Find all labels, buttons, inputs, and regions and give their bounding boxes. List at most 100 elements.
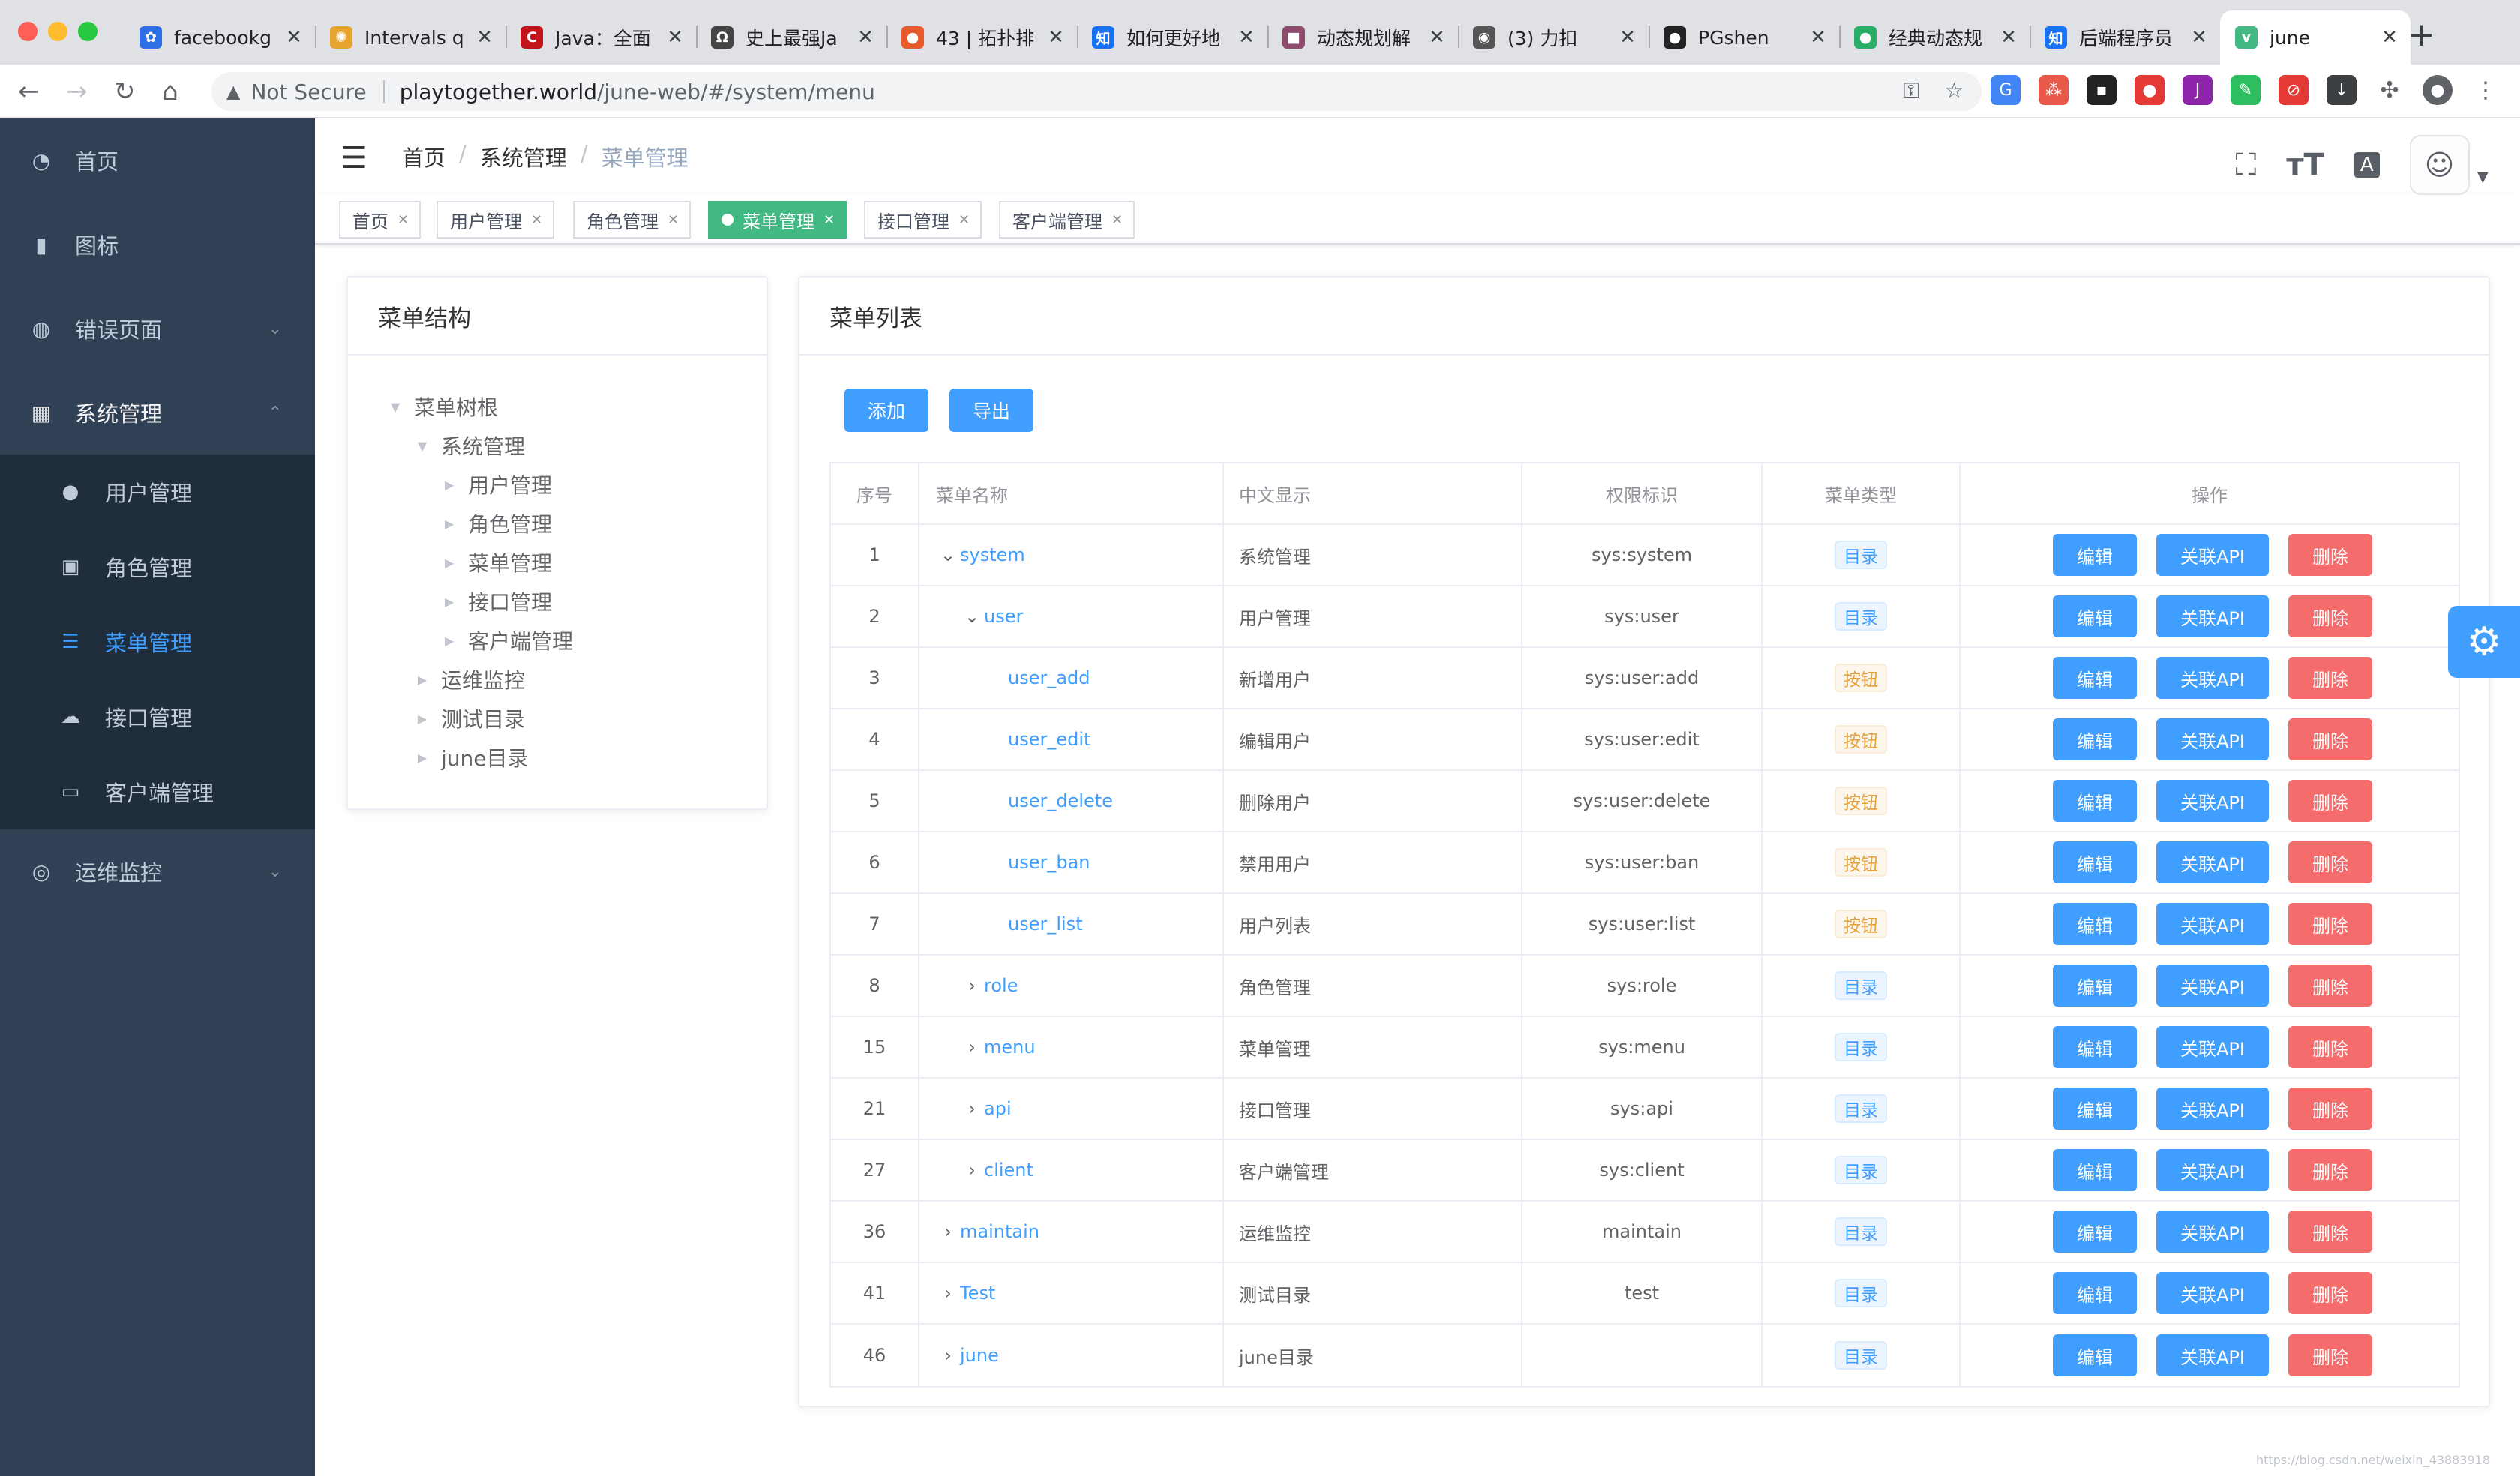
browser-tab[interactable]: 知如何更好地 ✕ (1077, 10, 1268, 64)
tag-clients[interactable]: 客户端管理 ✕ (999, 201, 1136, 238)
sidebar-item-menus[interactable]: ☰ 菜单管理 (0, 604, 315, 680)
key-icon[interactable]: ⚿ (1904, 78, 1919, 104)
link-api-button[interactable]: 关联API (2156, 1026, 2269, 1068)
link-api-button[interactable]: 关联API (2156, 842, 2269, 884)
edit-button[interactable]: 编辑 (2053, 780, 2137, 822)
adblock-extension-icon[interactable]: ● (2134, 75, 2164, 105)
link-api-button[interactable]: 关联API (2156, 718, 2269, 760)
link-api-button[interactable]: 关联API (2156, 964, 2269, 1006)
caret-down-icon[interactable]: ▼ (2477, 167, 2488, 185)
tree-node[interactable]: ▶ 角色管理 (348, 504, 766, 543)
sidebar-item-apis[interactable]: ☁ 接口管理 (0, 680, 315, 754)
caret-right-icon[interactable]: ▶ (441, 634, 458, 648)
tree-node[interactable]: ▶ 接口管理 (348, 582, 766, 621)
browser-tab[interactable]: 知后端程序员 ✕ (2030, 10, 2220, 64)
browser-tab[interactable]: C Java：全面 ✕ (506, 10, 696, 64)
sidebar-item-users[interactable]: ● 用户管理 (0, 454, 315, 530)
caret-down-icon[interactable]: ▼ (387, 400, 404, 414)
close-icon[interactable]: ✕ (1046, 26, 1066, 49)
close-icon[interactable]: ✕ (284, 26, 304, 49)
tree-node[interactable]: ▼ 系统管理 (348, 426, 766, 465)
chevron-down-icon[interactable]: ⌄ (960, 606, 984, 627)
edit-button[interactable]: 编辑 (2053, 1272, 2137, 1314)
close-icon[interactable]: ✕ (1236, 26, 1257, 49)
close-icon[interactable]: ✕ (664, 26, 686, 49)
fullscreen-icon[interactable]: ⛶ (2235, 148, 2256, 182)
browser-tab[interactable]: Ω 史上最强Ja ✕ (696, 10, 886, 64)
edit-button[interactable]: 编辑 (2053, 903, 2137, 945)
forward-arrow-icon[interactable]: → (66, 75, 88, 108)
delete-button[interactable]: 删除 (2288, 534, 2372, 576)
edit-button[interactable]: 编辑 (2053, 1334, 2137, 1376)
minimize-window-button[interactable] (48, 22, 68, 41)
back-arrow-icon[interactable]: ← (18, 75, 40, 108)
profile-icon[interactable]: ● (2422, 75, 2452, 105)
link-api-button[interactable]: 关联API (2156, 534, 2269, 576)
link-api-button[interactable]: 关联API (2156, 903, 2269, 945)
chevron-right-icon[interactable]: › (960, 1160, 984, 1180)
browser-tab[interactable]: v june ✕ (2220, 10, 2410, 64)
hamburger-icon[interactable]: ☰ (340, 141, 368, 176)
edit-button[interactable]: 编辑 (2053, 1088, 2137, 1130)
delete-button[interactable]: 删除 (2288, 1088, 2372, 1130)
caret-right-icon[interactable]: ▶ (441, 517, 458, 531)
caret-right-icon[interactable]: ▶ (441, 556, 458, 570)
translate-extension-icon[interactable]: G (1990, 75, 2020, 105)
close-icon[interactable]: ✕ (1112, 212, 1123, 228)
maximize-window-button[interactable] (78, 22, 98, 41)
delete-button[interactable]: 删除 (2288, 1334, 2372, 1376)
tree-node[interactable]: ▶ 运维监控 (348, 660, 766, 699)
browser-tab[interactable]: ◉ (3) 力扣 ✕ (1458, 10, 1648, 64)
sidebar-item-icons[interactable]: ▮ 图标 (0, 202, 315, 286)
tag-apis[interactable]: 接口管理 ✕ (864, 201, 982, 238)
star-icon[interactable]: ☆ (1945, 78, 1964, 104)
jetbrains-extension-icon[interactable]: J (2182, 75, 2212, 105)
edit-button[interactable]: 编辑 (2053, 1026, 2137, 1068)
close-icon[interactable]: ✕ (855, 26, 876, 49)
delete-button[interactable]: 删除 (2288, 1272, 2372, 1314)
close-icon[interactable]: ✕ (668, 212, 679, 228)
chevron-right-icon[interactable]: › (960, 1036, 984, 1058)
edit-button[interactable]: 编辑 (2053, 657, 2137, 699)
close-icon[interactable]: ✕ (531, 212, 542, 228)
sidebar-item-home[interactable]: ◔ 首页 (0, 118, 315, 202)
edit-button[interactable]: 编辑 (2053, 1149, 2137, 1191)
link-api-button[interactable]: 关联API (2156, 1149, 2269, 1191)
tree-node[interactable]: ▶ june目录 (348, 738, 766, 777)
close-icon[interactable]: ✕ (474, 26, 495, 49)
link-api-button[interactable]: 关联API (2156, 1334, 2269, 1376)
language-icon[interactable]: A (2354, 152, 2380, 178)
link-api-button[interactable]: 关联API (2156, 657, 2269, 699)
browser-tab[interactable]: ✺ Intervals q ✕ (315, 10, 506, 64)
caret-right-icon[interactable]: ▶ (441, 595, 458, 609)
chevron-down-icon[interactable]: ⌄ (936, 544, 960, 566)
export-button[interactable]: 导出 (950, 388, 1034, 432)
reload-icon[interactable]: ↻ (114, 75, 136, 108)
close-icon[interactable]: ✕ (1426, 26, 1448, 49)
chevron-right-icon[interactable]: › (960, 1098, 984, 1119)
edit-button[interactable]: 编辑 (2053, 842, 2137, 884)
sidebar-item-system[interactable]: ▦ 系统管理 ⌃ (0, 370, 315, 454)
link-api-button[interactable]: 关联API (2156, 1210, 2269, 1252)
breadcrumb-home[interactable]: 首页 (402, 141, 446, 172)
home-icon[interactable]: ⌂ (162, 75, 178, 108)
caret-down-icon[interactable]: ▼ (414, 439, 430, 453)
delete-button[interactable]: 删除 (2288, 964, 2372, 1006)
close-icon[interactable]: ✕ (824, 212, 835, 228)
sidebar-item-roles[interactable]: ▣ 角色管理 (0, 530, 315, 604)
tag-menus[interactable]: 菜单管理 ✕ (708, 201, 848, 238)
delete-button[interactable]: 删除 (2288, 657, 2372, 699)
puzzle-extension-icon[interactable]: ✣ (2374, 75, 2404, 105)
caret-right-icon[interactable]: ▶ (414, 673, 430, 687)
chevron-right-icon[interactable]: › (936, 1221, 960, 1242)
delete-button[interactable]: 删除 (2288, 718, 2372, 760)
network-extension-icon[interactable]: ⁂ (2038, 75, 2068, 105)
close-icon[interactable]: ✕ (1617, 26, 1638, 49)
close-icon[interactable]: ✕ (1998, 26, 2019, 49)
tree-node[interactable]: ▶ 客户端管理 (348, 621, 766, 660)
close-icon[interactable]: ✕ (958, 212, 970, 228)
new-tab-button[interactable]: + (2408, 16, 2435, 54)
edit-button[interactable]: 编辑 (2053, 534, 2137, 576)
caret-right-icon[interactable]: ▶ (414, 751, 430, 765)
delete-button[interactable]: 删除 (2288, 596, 2372, 638)
